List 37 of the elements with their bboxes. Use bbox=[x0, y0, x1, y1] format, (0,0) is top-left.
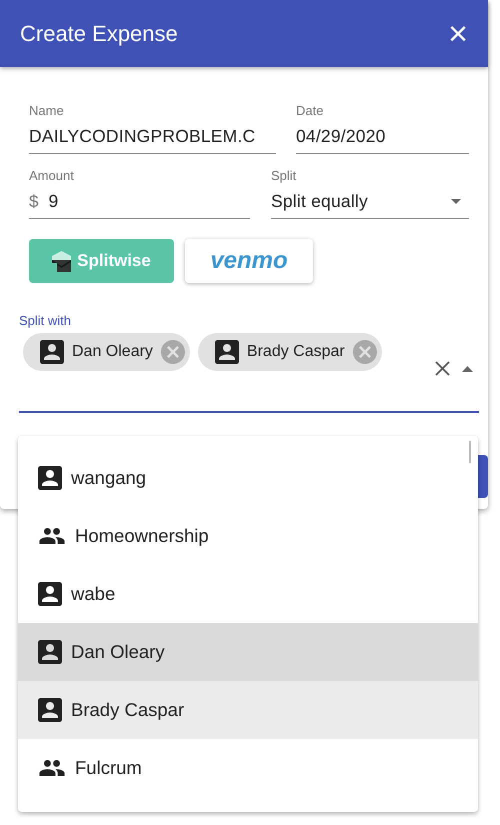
logo-icon bbox=[52, 250, 72, 272]
currency-prefix: $ bbox=[29, 192, 38, 212]
field-value: 04/29/2020 bbox=[296, 126, 387, 147]
person-icon bbox=[214, 340, 239, 364]
person-chip[interactable]: Dan Oleary bbox=[23, 333, 190, 371]
option-item[interactable]: wangang bbox=[18, 449, 478, 507]
person-icon bbox=[38, 582, 62, 606]
clear-icon[interactable] bbox=[435, 361, 450, 376]
field-label: Date bbox=[296, 103, 324, 118]
field-value: Split equally bbox=[271, 191, 369, 212]
field-label: Split bbox=[271, 168, 298, 183]
option-item[interactable]: Homeownership bbox=[18, 507, 478, 565]
option-item[interactable]: Dan Oleary bbox=[18, 623, 478, 681]
collapse-arrow-icon[interactable] bbox=[462, 366, 473, 372]
option-item[interactable]: wabe bbox=[18, 565, 478, 623]
field-value: 9 bbox=[48, 191, 60, 212]
person-icon bbox=[38, 698, 62, 722]
person-chip[interactable]: Brady Caspar bbox=[198, 333, 382, 371]
option-item[interactable]: Fulcrum bbox=[18, 739, 478, 797]
field-label: Name bbox=[29, 103, 65, 118]
field-label: Split with bbox=[19, 313, 72, 328]
select-field[interactable]: Split Split equally bbox=[271, 168, 469, 219]
dropdown-arrow-icon bbox=[451, 199, 461, 204]
option-item[interactable]: Brady Caspar bbox=[18, 681, 478, 739]
input-field[interactable]: Date 04/29/2020 bbox=[296, 103, 469, 154]
input-field[interactable]: Name DAILYCODINGPROBLEM.C bbox=[29, 103, 276, 154]
person-icon bbox=[40, 340, 64, 364]
dialog-title: Create Expense bbox=[20, 20, 178, 46]
group-icon bbox=[38, 760, 66, 776]
person-icon bbox=[38, 640, 62, 664]
close-button[interactable]: × bbox=[448, 16, 468, 50]
input-field[interactable]: Amount $ 9 bbox=[29, 168, 250, 219]
autocomplete-field[interactable]: Dan Oleary Brady Caspar bbox=[19, 328, 479, 413]
person-icon bbox=[38, 466, 62, 490]
field-value: DAILYCODINGPROBLEM.C bbox=[29, 126, 256, 147]
field-label: Amount bbox=[29, 168, 75, 183]
group-icon bbox=[38, 528, 66, 544]
